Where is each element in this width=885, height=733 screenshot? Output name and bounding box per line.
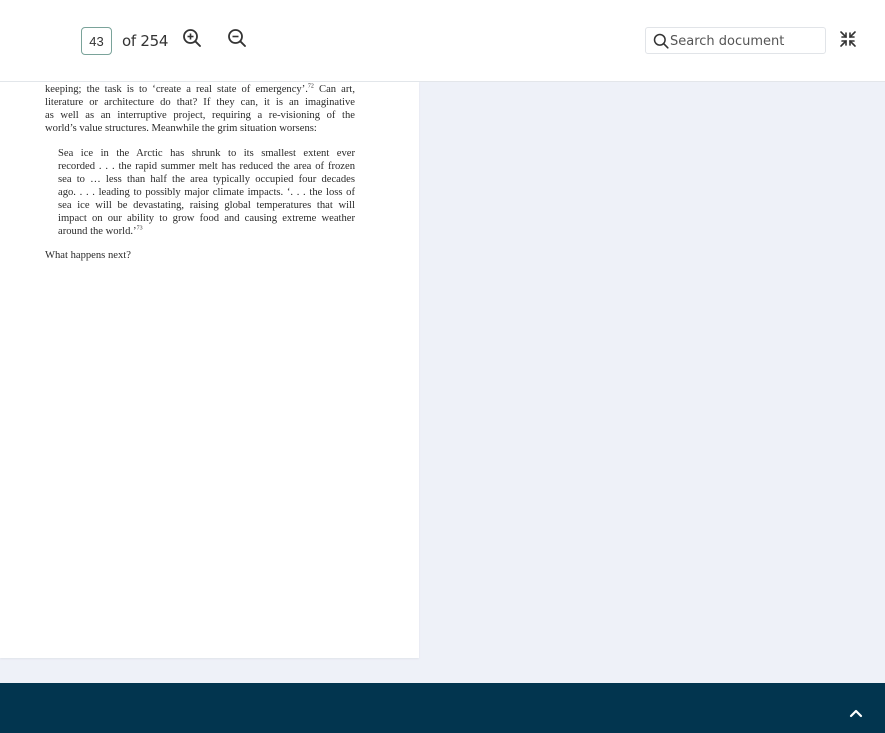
zoom-in-icon [183, 29, 201, 47]
quote-line: sea ice will be devastating, raising glo… [58, 200, 355, 211]
quote-line: sea to … less than half the area typical… [58, 174, 355, 185]
body-paragraph: What happens next? [45, 250, 131, 261]
page-footer [0, 683, 885, 733]
block-quote: Sea ice in the Arctic has shrunk to its … [58, 147, 355, 238]
scroll-to-top-button[interactable] [848, 705, 864, 721]
search-document-box[interactable] [645, 27, 826, 54]
exit-fullscreen-button[interactable] [838, 29, 858, 49]
text-line: literature or architecture do that? If t… [45, 97, 355, 108]
search-document-input[interactable] [670, 31, 820, 51]
page-count-label: of 254 [122, 32, 169, 50]
document-toolbar: of 254 [0, 0, 885, 82]
quote-line: Sea ice in the Arctic has shrunk to its … [58, 148, 355, 159]
quote-line: around the world.’73 [58, 225, 143, 237]
text-line: world’s value structures. Meanwhile the … [45, 123, 317, 134]
search-icon [653, 33, 669, 49]
quote-line: impact on our ability to grow food and c… [58, 213, 355, 224]
footnote-ref: 73 [136, 225, 143, 232]
quote-line: recorded . . . the rapid summer melt has… [58, 161, 355, 172]
zoom-out-icon [228, 29, 246, 47]
document-page: keeping; the task is to ‘create a real s… [0, 82, 419, 658]
body-paragraph: keeping; the task is to ‘create a real s… [45, 83, 355, 135]
chevron-up-icon [849, 709, 863, 718]
zoom-out-button[interactable] [226, 27, 248, 49]
collapse-icon [840, 31, 856, 47]
text-line: keeping; the task is to ‘create a real s… [45, 83, 355, 95]
quote-line: ago. . . . leading to possibly major cli… [58, 187, 355, 198]
zoom-in-button[interactable] [181, 27, 203, 49]
page-number-input[interactable] [81, 27, 112, 55]
text-line: as well as an interruptive project, requ… [45, 110, 355, 121]
